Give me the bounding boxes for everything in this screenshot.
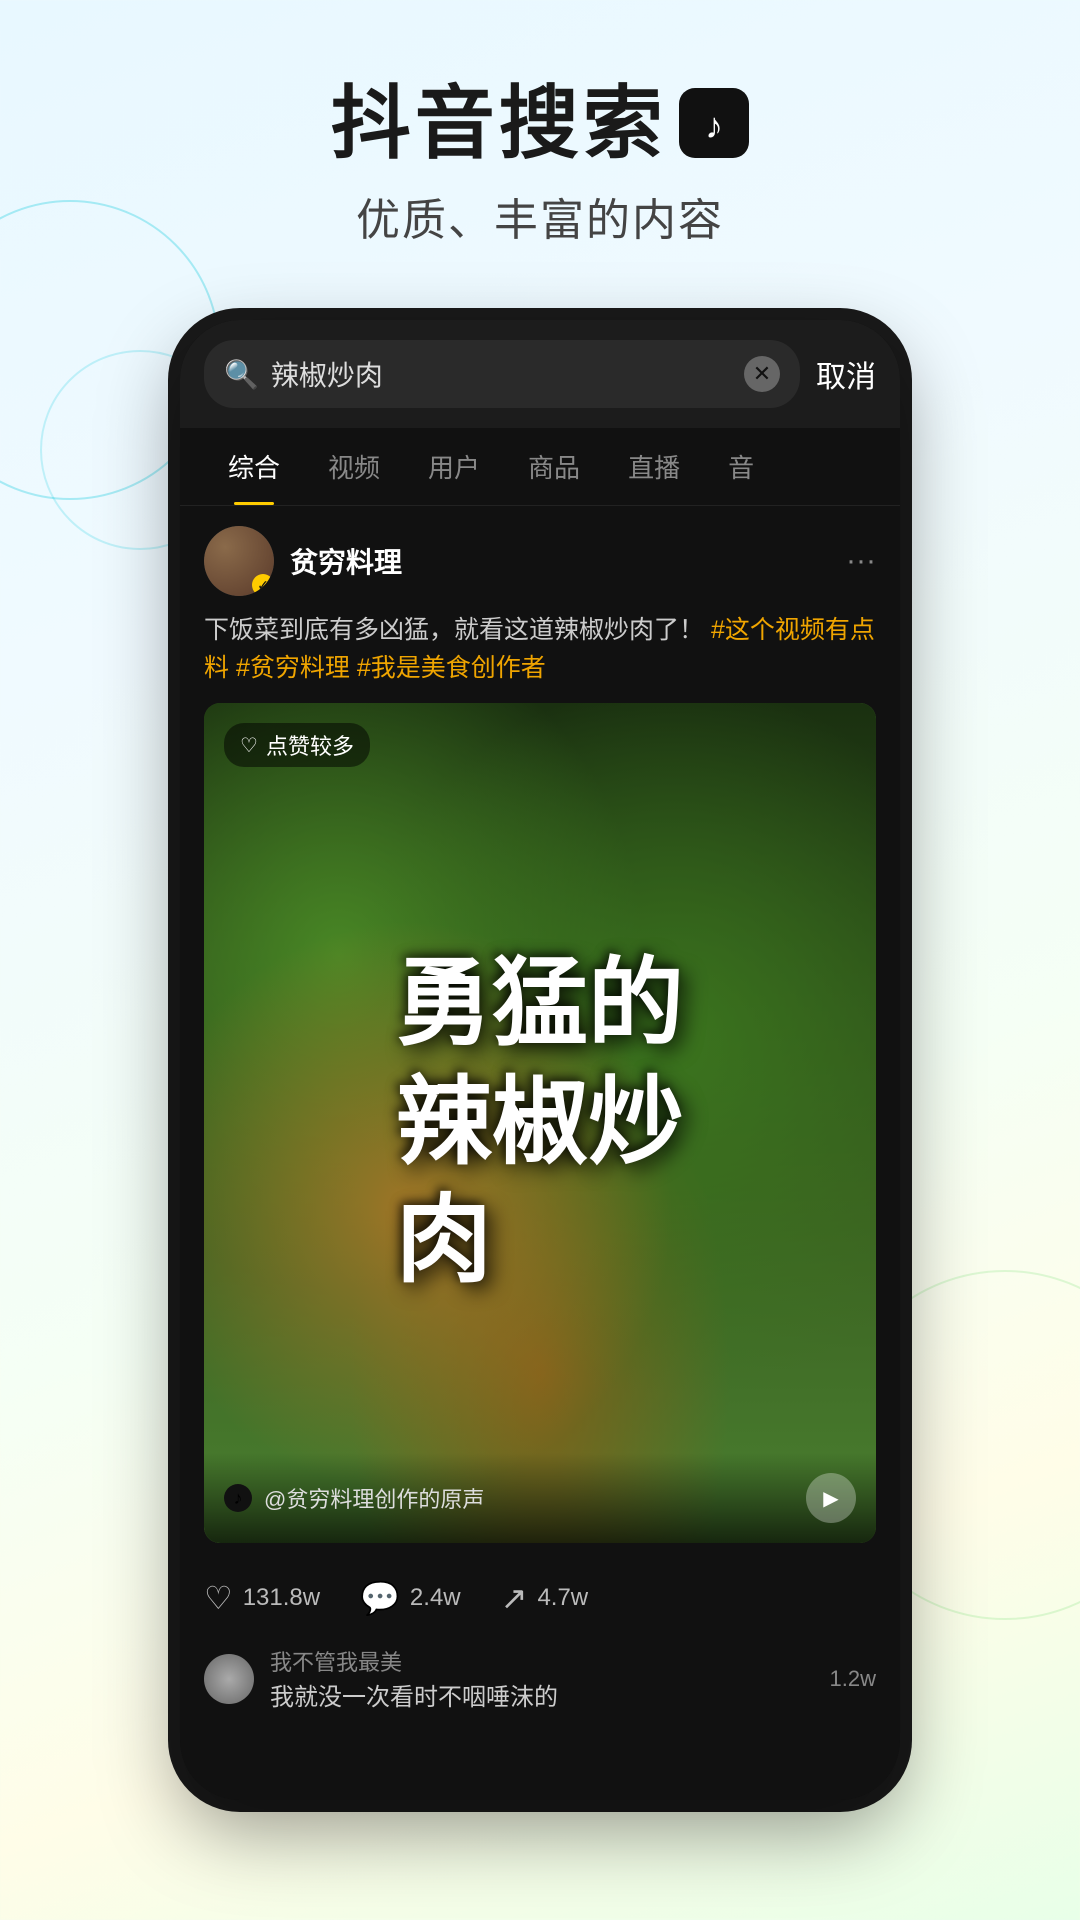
tabs-bar: 综合 视频 用户 商品 直播 音 — [180, 428, 900, 506]
comment-text: 我就没一次看时不咽唾沫的 — [270, 1677, 814, 1712]
play-button[interactable]: ▶ — [806, 1473, 856, 1523]
commenter-name: 我不管我最美 — [270, 1645, 814, 1677]
clear-button[interactable]: ✕ — [744, 356, 780, 392]
tiktok-small-logo: ♪ — [224, 1484, 252, 1512]
username[interactable]: 贫穷料理 — [290, 541, 846, 581]
tab-综合[interactable]: 综合 — [204, 428, 304, 505]
app-title: 抖音搜索 — [331, 80, 667, 168]
comment-row: 我不管我最美 我就没一次看时不咽唾沫的 1.2w — [204, 1645, 876, 1712]
user-card: ✓ 贫穷料理 ··· — [204, 526, 876, 596]
like-count: 131.8w — [243, 1584, 320, 1612]
comment-count: 2.4w — [410, 1584, 461, 1612]
post-description: 下饭菜到底有多凶猛，就看这道辣椒炒肉了！ #这个视频有点料 #贫穷料理 #我是美… — [204, 612, 876, 687]
content-area: ✓ 贫穷料理 ··· 下饭菜到底有多凶猛，就看这道辣椒炒肉了！ #这个视频有点料… — [180, 506, 900, 1563]
subtitle: 优质、丰富的内容 — [0, 184, 1080, 248]
phone-mockup: 🔍 辣椒炒肉 ✕ 取消 综合 视频 用户 商品 直播 音 — [180, 320, 900, 1800]
like-button[interactable]: ♡ 131.8w — [204, 1579, 320, 1617]
video-text-overlay: 勇猛的 辣椒炒 肉 — [204, 703, 876, 1543]
verified-badge: ✓ — [252, 574, 274, 596]
share-icon: ↗ — [501, 1579, 528, 1617]
search-icon: 🔍 — [224, 358, 259, 391]
comment-like-count: 1.2w — [830, 1666, 876, 1692]
comment-content: 我不管我最美 我就没一次看时不咽唾沫的 — [270, 1645, 814, 1712]
hashtag-3[interactable]: #我是美食创作者 — [357, 654, 546, 682]
interaction-bar: ♡ 131.8w 💬 2.4w ↗ 4.7w — [180, 1563, 900, 1633]
video-calligraphy-line3: 肉 — [396, 1186, 684, 1296]
share-count: 4.7w — [537, 1584, 588, 1612]
comment-icon: 💬 — [360, 1579, 400, 1617]
more-options-icon[interactable]: ··· — [846, 544, 876, 578]
tab-用户[interactable]: 用户 — [404, 428, 504, 505]
search-input-wrapper[interactable]: 🔍 辣椒炒肉 ✕ — [204, 340, 800, 408]
sound-description: @贫穷料理创作的原声 — [264, 1482, 794, 1514]
header-section: 抖音搜索 ♪ 优质、丰富的内容 — [0, 0, 1080, 288]
video-bottom-bar: ♪ @贫穷料理创作的原声 ▶ — [204, 1453, 876, 1543]
comment-section: 我不管我最美 我就没一次看时不咽唾沫的 1.2w — [180, 1633, 900, 1734]
video-calligraphy-line1: 勇猛的 — [396, 949, 684, 1059]
video-calligraphy-line2: 辣椒炒 — [396, 1068, 684, 1178]
commenter-avatar — [204, 1654, 254, 1704]
video-background: ♡ 点赞较多 勇猛的 辣椒炒 肉 ♪ @贫穷料理创作的原 — [204, 703, 876, 1543]
comment-button[interactable]: 💬 2.4w — [360, 1579, 461, 1617]
tab-直播[interactable]: 直播 — [604, 428, 704, 505]
cancel-button[interactable]: 取消 — [816, 352, 876, 396]
tab-商品[interactable]: 商品 — [504, 428, 604, 505]
phone-screen: 🔍 辣椒炒肉 ✕ 取消 综合 视频 用户 商品 直播 音 — [180, 320, 900, 1800]
share-button[interactable]: ↗ 4.7w — [501, 1579, 589, 1617]
like-icon: ♡ — [204, 1579, 233, 1617]
tiktok-logo-icon: ♪ — [679, 88, 749, 158]
user-avatar: ✓ — [204, 526, 274, 596]
hashtag-2[interactable]: #贫穷料理 — [236, 654, 350, 682]
search-query: 辣椒炒肉 — [271, 354, 732, 394]
search-bar: 🔍 辣椒炒肉 ✕ 取消 — [180, 320, 900, 428]
tab-视频[interactable]: 视频 — [304, 428, 404, 505]
tab-音[interactable]: 音 — [704, 428, 778, 505]
video-card[interactable]: ♡ 点赞较多 勇猛的 辣椒炒 肉 ♪ @贫穷料理创作的原 — [204, 703, 876, 1543]
svg-text:♪: ♪ — [705, 105, 723, 146]
